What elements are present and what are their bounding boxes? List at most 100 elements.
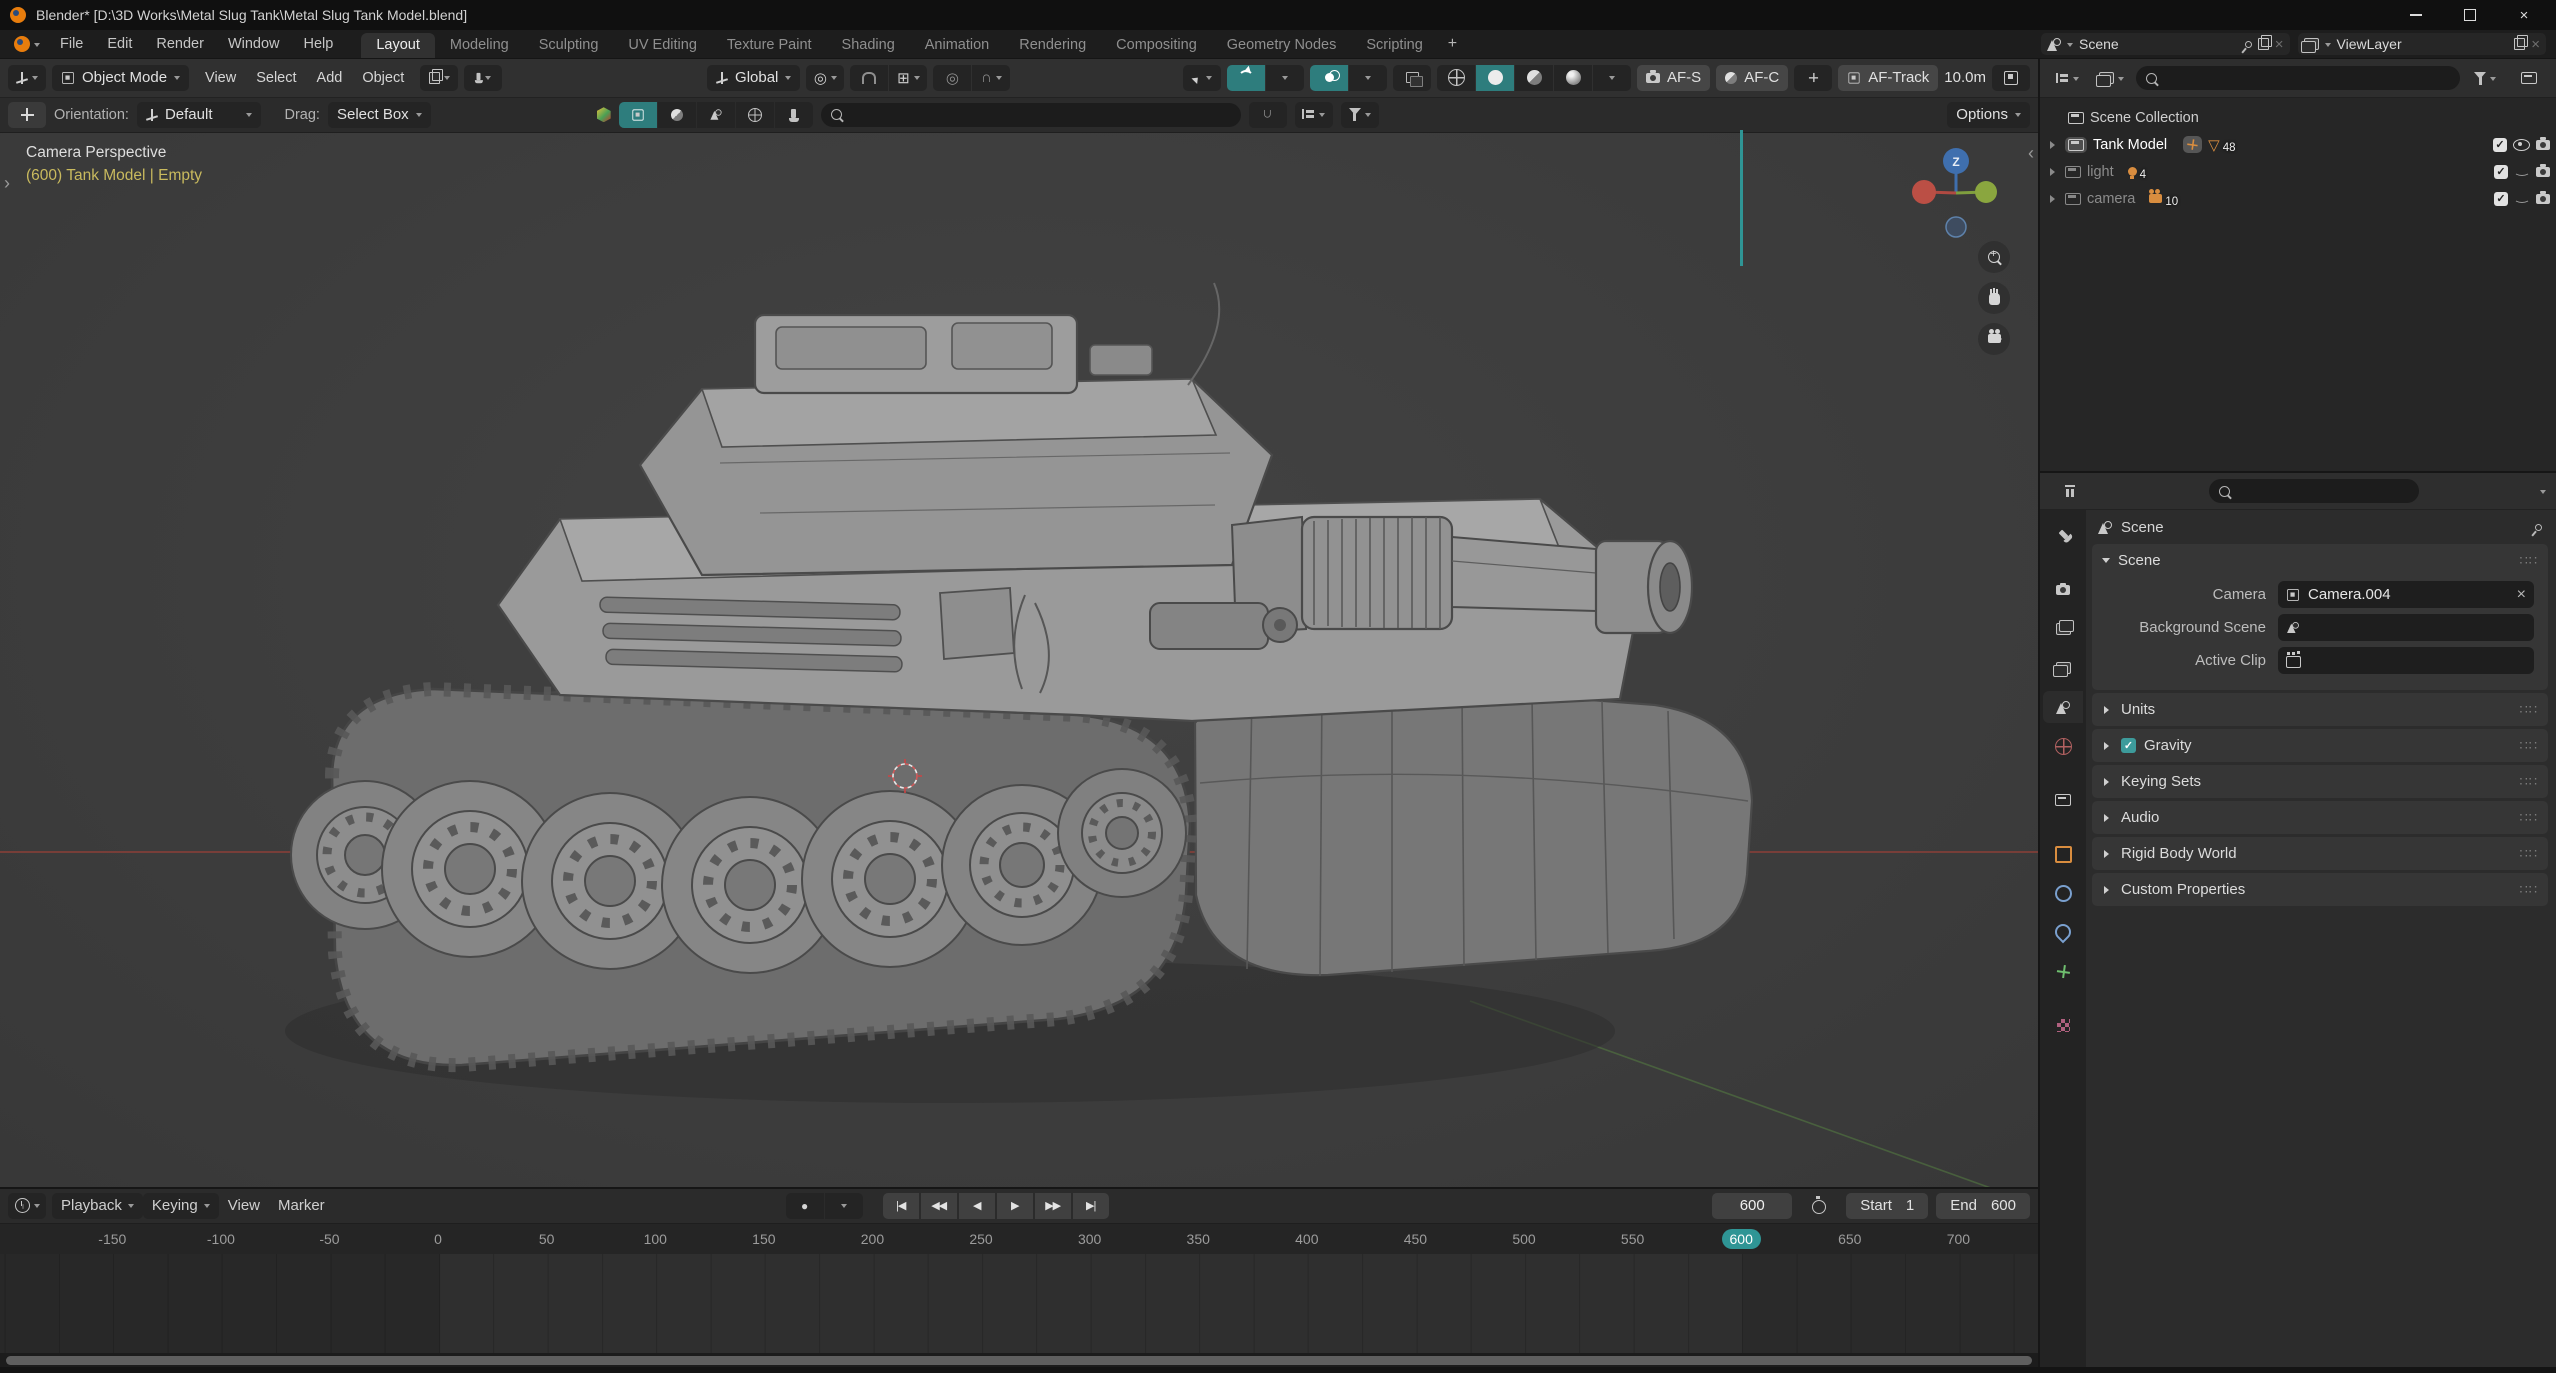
tab-render[interactable] [2043, 574, 2083, 606]
viewport-3d[interactable]: Camera Perspective (600) Tank Model | Em… [0, 132, 2038, 1187]
workspace-tab[interactable]: Compositing [1101, 33, 1212, 58]
render-visibility-icon[interactable] [2536, 137, 2550, 150]
shading-rendered-button[interactable] [1554, 64, 1593, 91]
workspace-tab[interactable]: + [1438, 31, 1467, 58]
header-extra-dropdown-2[interactable] [464, 64, 503, 91]
jump-to-start-button[interactable]: |◀ [882, 1192, 919, 1219]
ruler-label[interactable]: 250 [927, 1224, 1036, 1254]
copy-scene-icon[interactable] [2257, 35, 2272, 50]
outliner-search-field[interactable] [2136, 66, 2460, 90]
ruler-label[interactable]: -50 [275, 1224, 384, 1254]
tab-physics[interactable] [2043, 877, 2083, 909]
expand-arrow-icon[interactable] [2050, 167, 2059, 176]
scrollbar-handle[interactable] [6, 1355, 2032, 1365]
tool-search-field[interactable] [820, 102, 1241, 127]
af-track-button[interactable]: AF-Track [1838, 64, 1939, 91]
timeline-scrollbar[interactable] [0, 1353, 2038, 1367]
drag-handle[interactable]: ∷∷ [2519, 810, 2538, 826]
ruler-label[interactable]: 600 [1687, 1224, 1796, 1254]
scene-panel-header[interactable]: Scene ∷∷ [2092, 544, 2548, 577]
visibility-eye-closed-icon[interactable] [2514, 194, 2530, 203]
ruler-label[interactable]: 0 [384, 1224, 493, 1254]
filter-brush-toggle[interactable] [774, 101, 813, 128]
af-s-button[interactable]: AF-S [1637, 64, 1711, 91]
timeline-ruler[interactable]: -150 -100 -50 0 50 100 150 200 250 300 350 400 450 50… [0, 1222, 2038, 1254]
ruler-label[interactable]: 700 [1904, 1224, 2013, 1254]
workspace-tab[interactable]: Geometry Nodes [1212, 33, 1352, 58]
selectable-checkbox[interactable]: ✓ [2494, 164, 2508, 179]
viewport-menu-item[interactable]: Add [307, 70, 353, 86]
editor-type-button[interactable] [8, 64, 46, 91]
viewport-menu-item[interactable]: Object [352, 70, 414, 86]
search-input[interactable] [848, 105, 1231, 124]
gizmos-dropdown[interactable] [1266, 64, 1305, 91]
orientation-dropdown[interactable]: Default [136, 101, 261, 128]
workspace-tab[interactable]: Layout [361, 32, 435, 58]
shading-material-button[interactable] [1515, 64, 1554, 91]
af-add-focus-button[interactable] [1794, 64, 1833, 91]
ruler-label[interactable]: 100 [601, 1224, 710, 1254]
filter-material-toggle[interactable] [657, 101, 696, 128]
timeline-track-area[interactable] [0, 1253, 2038, 1354]
transform-orientation-dropdown[interactable]: Global [707, 64, 801, 91]
properties-search-field[interactable] [2209, 479, 2419, 503]
copy-viewlayer-icon[interactable] [2514, 35, 2529, 50]
shading-dropdown[interactable] [1593, 64, 1632, 91]
sidebar-collapse-icon[interactable]: ‹ [2028, 143, 2034, 164]
end-frame-field[interactable]: End 600 [1936, 1192, 2030, 1219]
ruler-label[interactable]: 550 [1578, 1224, 1687, 1254]
workspace-tab[interactable]: Sculpting [524, 33, 614, 58]
drag-handle[interactable]: ∷∷ [2519, 702, 2538, 718]
workspace-tab[interactable]: Rendering [1004, 33, 1101, 58]
workspace-tab[interactable]: Animation [910, 33, 1004, 58]
ruler-label[interactable]: 650 [1796, 1224, 1905, 1254]
render-visibility-icon[interactable] [2536, 164, 2550, 177]
properties-options-dropdown[interactable] [2540, 489, 2546, 497]
timeline-editor-type-button[interactable] [8, 1192, 46, 1219]
navigation-gizmo[interactable]: Z [1896, 147, 2016, 247]
viewlayer-selector[interactable]: ViewLayer × [2297, 33, 2546, 55]
tab-texture[interactable] [2043, 1009, 2083, 1041]
jump-to-end-button[interactable]: ▶| [1072, 1192, 1109, 1219]
delete-viewlayer-icon[interactable]: × [2531, 36, 2540, 53]
gizmo-y-axis[interactable] [1975, 180, 1997, 203]
ruler-label[interactable]: 500 [1470, 1224, 1579, 1254]
tab-output[interactable] [2043, 613, 2083, 645]
filter-object-toggle[interactable] [618, 101, 657, 128]
properties-search-input[interactable] [2237, 482, 2409, 500]
tab-tool[interactable] [2043, 520, 2083, 552]
options-dropdown[interactable]: Options [1947, 101, 2030, 128]
filter-world-toggle[interactable] [735, 101, 774, 128]
pin-icon[interactable] [2533, 522, 2544, 532]
properties-panel[interactable]: ✓ Units ∷∷ [2092, 693, 2548, 726]
tab-object-data[interactable] [2043, 955, 2083, 987]
ruler-label[interactable]: 200 [818, 1224, 927, 1254]
properties-panel[interactable]: ✓ Rigid Body World ∷∷ [2092, 837, 2548, 870]
drag-dropdown[interactable]: Select Box [327, 101, 431, 128]
zoom-button[interactable] [1978, 240, 2010, 273]
workspace-tab[interactable]: Scripting [1351, 33, 1437, 58]
expand-arrow-icon[interactable] [2050, 140, 2059, 149]
visibility-eye-closed-icon[interactable] [2514, 167, 2530, 176]
list-display-dropdown[interactable] [1294, 101, 1333, 128]
tank-model-row[interactable]: Tank Model ▽ 48 ✓ [2050, 131, 2550, 158]
timeline-menu-item[interactable]: Playback [52, 1192, 143, 1219]
playhead-line[interactable] [1740, 130, 1743, 266]
auto-keying-toggle[interactable]: ● [785, 1192, 824, 1219]
camera-collection-row[interactable]: camera 10 ✓ [2050, 185, 2550, 212]
camera-view-button[interactable] [1978, 322, 2010, 355]
ruler-label[interactable]: 350 [1144, 1224, 1253, 1254]
workspace-tab[interactable]: Shading [827, 33, 910, 58]
new-collection-button[interactable] [2510, 65, 2548, 91]
header-extra-dropdown-1[interactable] [420, 64, 459, 91]
clear-camera-icon[interactable]: × [2517, 586, 2526, 604]
start-frame-field[interactable]: Start 1 [1846, 1192, 1929, 1219]
ruler-label[interactable]: 450 [1361, 1224, 1470, 1254]
current-frame-field[interactable]: 600 [1712, 1192, 1793, 1219]
menu-item[interactable]: Render [144, 36, 216, 52]
blender-menu-button[interactable] [8, 31, 46, 57]
snap-toggle[interactable] [850, 64, 889, 91]
properties-panel[interactable]: ✓ Keying Sets ∷∷ [2092, 765, 2548, 798]
gizmo-x-axis[interactable] [1912, 179, 1936, 204]
expand-arrow-icon[interactable] [2050, 194, 2059, 203]
